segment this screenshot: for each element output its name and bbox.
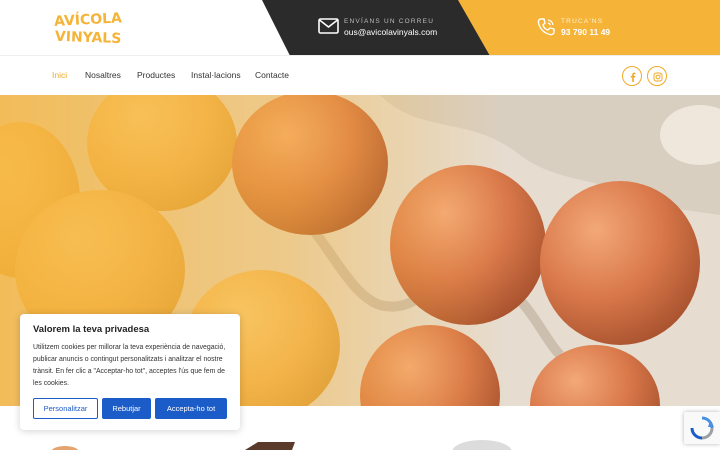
cookie-consent-dialog: Valorem la teva privadesa Utilitzem cook…	[20, 314, 240, 430]
email-link[interactable]: ous@avicolavinyals.com	[344, 27, 437, 37]
nav-item-inici[interactable]: Inici	[52, 70, 67, 80]
nav-item-productes[interactable]: Productes	[137, 70, 175, 80]
email-label: Envíans un correu	[344, 18, 435, 25]
accept-all-button[interactable]: Accepta-ho tot	[155, 398, 227, 419]
svg-text:AVÍCOLA: AVÍCOLA	[54, 9, 123, 30]
nav-item-installacions[interactable]: Instal·lacions	[191, 70, 241, 80]
main-nav: Inici Nosaltres Productes Instal·lacions…	[0, 55, 720, 95]
phone-link[interactable]: 93 790 11 49	[561, 27, 610, 37]
page: AVÍCOLA VINYALS Envíans un correu ous@av…	[0, 0, 720, 450]
facebook-icon	[630, 72, 636, 82]
cookie-text: Utilitzem cookies per millorar la teva e…	[33, 344, 226, 387]
customize-button[interactable]: Personalitzar	[33, 398, 98, 419]
nav-item-contacte[interactable]: Contacte	[255, 70, 289, 80]
instagram-icon	[653, 72, 663, 82]
instagram-button[interactable]	[647, 66, 667, 86]
recaptcha-badge[interactable]	[684, 412, 720, 444]
phone-icon	[537, 18, 555, 36]
envelope-icon	[318, 18, 339, 34]
facebook-button[interactable]	[622, 66, 642, 86]
reject-button[interactable]: Rebutjar	[102, 398, 151, 419]
recaptcha-icon	[690, 416, 714, 440]
cookie-title: Valorem la teva privadesa	[33, 324, 150, 335]
nav-item-nosaltres[interactable]: Nosaltres	[85, 70, 121, 80]
top-bar: AVÍCOLA VINYALS Envíans un correu ous@av…	[0, 0, 720, 55]
logo[interactable]: AVÍCOLA VINYALS	[52, 8, 128, 46]
svg-text:VINYALS: VINYALS	[55, 29, 122, 46]
phone-label: Truca'ns	[561, 18, 604, 25]
